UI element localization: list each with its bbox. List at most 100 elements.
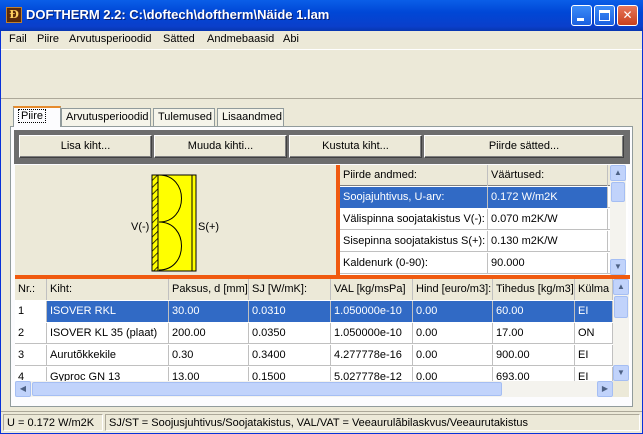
scrollbar-corner xyxy=(613,381,629,397)
props-header-name: Piirde andmed: xyxy=(340,165,488,186)
props-value: 0.070 m2K/W xyxy=(488,209,608,230)
outside-label: V(-) xyxy=(131,221,150,233)
col-header-conductivity: SJ [W/mK]: xyxy=(249,279,331,300)
col-header-frost: Külma xyxy=(575,279,613,300)
props-name: Sisepinna soojatakistus S(+): xyxy=(340,231,488,252)
cell-frost: ON xyxy=(575,323,613,344)
cell-density: 60.00 xyxy=(493,301,575,322)
menu-piire[interactable]: Piire xyxy=(37,33,59,45)
cell-vapour: 4.277778e-16 xyxy=(331,345,413,366)
cell-nr: 3 xyxy=(15,345,47,366)
table-row[interactable]: 1 ISOVER RKL 30.00 0.0310 1.050000e-10 0… xyxy=(15,301,613,322)
scroll-down-icon[interactable]: ▼ xyxy=(610,259,626,275)
props-row[interactable]: Soojajuhtivus, U-arv: 0.172 W/m2K xyxy=(340,187,610,208)
status-legend: SJ/ST = Soojusjuhtivus/Soojatakistus, VA… xyxy=(105,414,640,431)
menu-arvutusperioodid[interactable]: Arvutusperioodid xyxy=(69,33,152,45)
cell-nr: 1 xyxy=(15,301,47,322)
scroll-down-icon[interactable]: ▼ xyxy=(613,365,629,381)
menu-abi[interactable]: Abi xyxy=(283,33,299,45)
col-header-thickness: Paksus, d [mm]: xyxy=(169,279,249,300)
cell-layer: Aurutõkkekile xyxy=(47,345,169,366)
layer-gypsum xyxy=(191,174,197,272)
maximize-icon xyxy=(599,10,610,21)
col-header-density: Tihedus [kg/m3]: xyxy=(493,279,575,300)
props-name: Kaldenurk (0-90): xyxy=(340,253,488,274)
props-header-value: Väärtused: xyxy=(488,165,608,186)
cell-price: 0.00 xyxy=(413,323,493,344)
cell-thickness: 200.00 xyxy=(169,323,249,344)
layer-insulation-kl35 xyxy=(157,174,193,272)
cell-frost: EI xyxy=(575,301,613,322)
cell-layer: ISOVER KL 35 (plaat) xyxy=(47,323,169,344)
scroll-thumb[interactable] xyxy=(614,296,628,318)
title-bar[interactable]: Ɖ DOFTHERM 2.2: C:\doftech\doftherm\Näid… xyxy=(0,0,643,31)
wall-cross-section-panel: V(-) S(+) xyxy=(15,165,336,275)
col-header-vapour: VAL [kg/msPa] xyxy=(331,279,413,300)
props-value: 0.172 W/m2K xyxy=(488,187,608,208)
scroll-left-icon[interactable]: ◀ xyxy=(15,381,31,397)
status-bar: U = 0.172 W/m2K SJ/ST = Soojusjuhtivus/S… xyxy=(1,411,642,433)
scroll-thumb[interactable] xyxy=(32,382,502,396)
cell-conductivity: 0.0350 xyxy=(249,323,331,344)
props-header-row: Piirde andmed: Väärtused: xyxy=(340,165,610,186)
scroll-thumb[interactable] xyxy=(611,182,625,202)
layers-header-row: Nr.: Kiht: Paksus, d [mm]: SJ [W/mK]: VA… xyxy=(15,279,613,300)
cell-density: 900.00 xyxy=(493,345,575,366)
props-value: 0.130 m2K/W xyxy=(488,231,608,252)
scroll-right-icon[interactable]: ▶ xyxy=(597,381,613,397)
cell-thickness: 0.30 xyxy=(169,345,249,366)
layers-table[interactable]: Nr.: Kiht: Paksus, d [mm]: SJ [W/mK]: VA… xyxy=(15,279,630,397)
cell-layer: ISOVER RKL xyxy=(47,301,169,322)
col-header-nr: Nr.: xyxy=(15,279,47,300)
table-row[interactable]: 2 ISOVER KL 35 (plaat) 200.00 0.0350 1.0… xyxy=(15,323,613,344)
cell-frost: EI xyxy=(575,345,613,366)
cell-thickness: 30.00 xyxy=(169,301,249,322)
props-row[interactable]: Kaldenurk (0-90): 90.000 xyxy=(340,253,610,274)
cell-density: 17.00 xyxy=(493,323,575,344)
props-value: 90.000 xyxy=(488,253,608,274)
edit-layer-button[interactable]: Muuda kihti... xyxy=(154,135,287,158)
col-header-price: Hind [euro/m3]: xyxy=(413,279,493,300)
window-title: DOFTHERM 2.2: C:\doftech\doftherm\Näide … xyxy=(26,7,330,22)
cell-vapour: 1.050000e-10 xyxy=(331,301,413,322)
menu-fail[interactable]: Fail xyxy=(9,33,27,45)
menu-bar: Fail Piire Arvutusperioodid Sätted Andme… xyxy=(1,31,642,49)
table-row[interactable]: 3 Aurutõkkekile 0.30 0.3400 4.277778e-16… xyxy=(15,345,613,366)
toolbar-area xyxy=(1,49,642,99)
minimize-button[interactable] xyxy=(571,5,592,26)
cell-vapour: 1.050000e-10 xyxy=(331,323,413,344)
tab-arvutusperioodid[interactable]: Arvutusperioodid xyxy=(61,108,151,126)
app-logo-icon: Ɖ xyxy=(6,7,22,23)
wall-layers-diagram xyxy=(151,174,197,272)
inside-label: S(+) xyxy=(198,221,220,233)
cell-price: 0.00 xyxy=(413,301,493,322)
props-row[interactable]: Välispinna soojatakistus V(-): 0.070 m2K… xyxy=(340,209,610,230)
wall-settings-button[interactable]: Piirde sätted... xyxy=(424,135,624,158)
tab-lisaandmed[interactable]: Lisaandmed xyxy=(217,108,284,126)
layers-vertical-scrollbar[interactable]: ▲ ▼ xyxy=(613,279,629,381)
status-u-value: U = 0.172 W/m2K xyxy=(3,414,103,431)
tab-label: Piire xyxy=(18,109,47,123)
cell-nr: 2 xyxy=(15,323,47,344)
scroll-up-icon[interactable]: ▲ xyxy=(613,279,629,295)
tab-tulemused[interactable]: Tulemused xyxy=(153,108,215,126)
close-icon: ✕ xyxy=(622,8,633,22)
col-header-layer: Kiht: xyxy=(47,279,169,300)
add-layer-button[interactable]: Lisa kiht... xyxy=(19,135,152,158)
cell-conductivity: 0.3400 xyxy=(249,345,331,366)
scroll-up-icon[interactable]: ▲ xyxy=(610,165,626,181)
props-vertical-scrollbar[interactable]: ▲ ▼ xyxy=(610,165,626,275)
menu-andmebaasid[interactable]: Andmebaasid xyxy=(207,33,274,45)
layer-insulation-hatch xyxy=(152,175,158,271)
close-button[interactable]: ✕ xyxy=(617,5,638,26)
layers-horizontal-scrollbar[interactable]: ◀ ▶ xyxy=(15,381,613,397)
cell-price: 0.00 xyxy=(413,345,493,366)
tab-piire[interactable]: Piire xyxy=(13,106,61,127)
maximize-button[interactable] xyxy=(594,5,615,26)
props-row[interactable]: Sisepinna soojatakistus S(+): 0.130 m2K/… xyxy=(340,231,610,252)
delete-layer-button[interactable]: Kustuta kiht... xyxy=(289,135,422,158)
wall-properties-grid[interactable]: Piirde andmed: Väärtused: Soojajuhtivus,… xyxy=(340,165,628,275)
props-name: Soojajuhtivus, U-arv: xyxy=(340,187,488,208)
cell-conductivity: 0.0310 xyxy=(249,301,331,322)
menu-satted[interactable]: Sätted xyxy=(163,33,195,45)
